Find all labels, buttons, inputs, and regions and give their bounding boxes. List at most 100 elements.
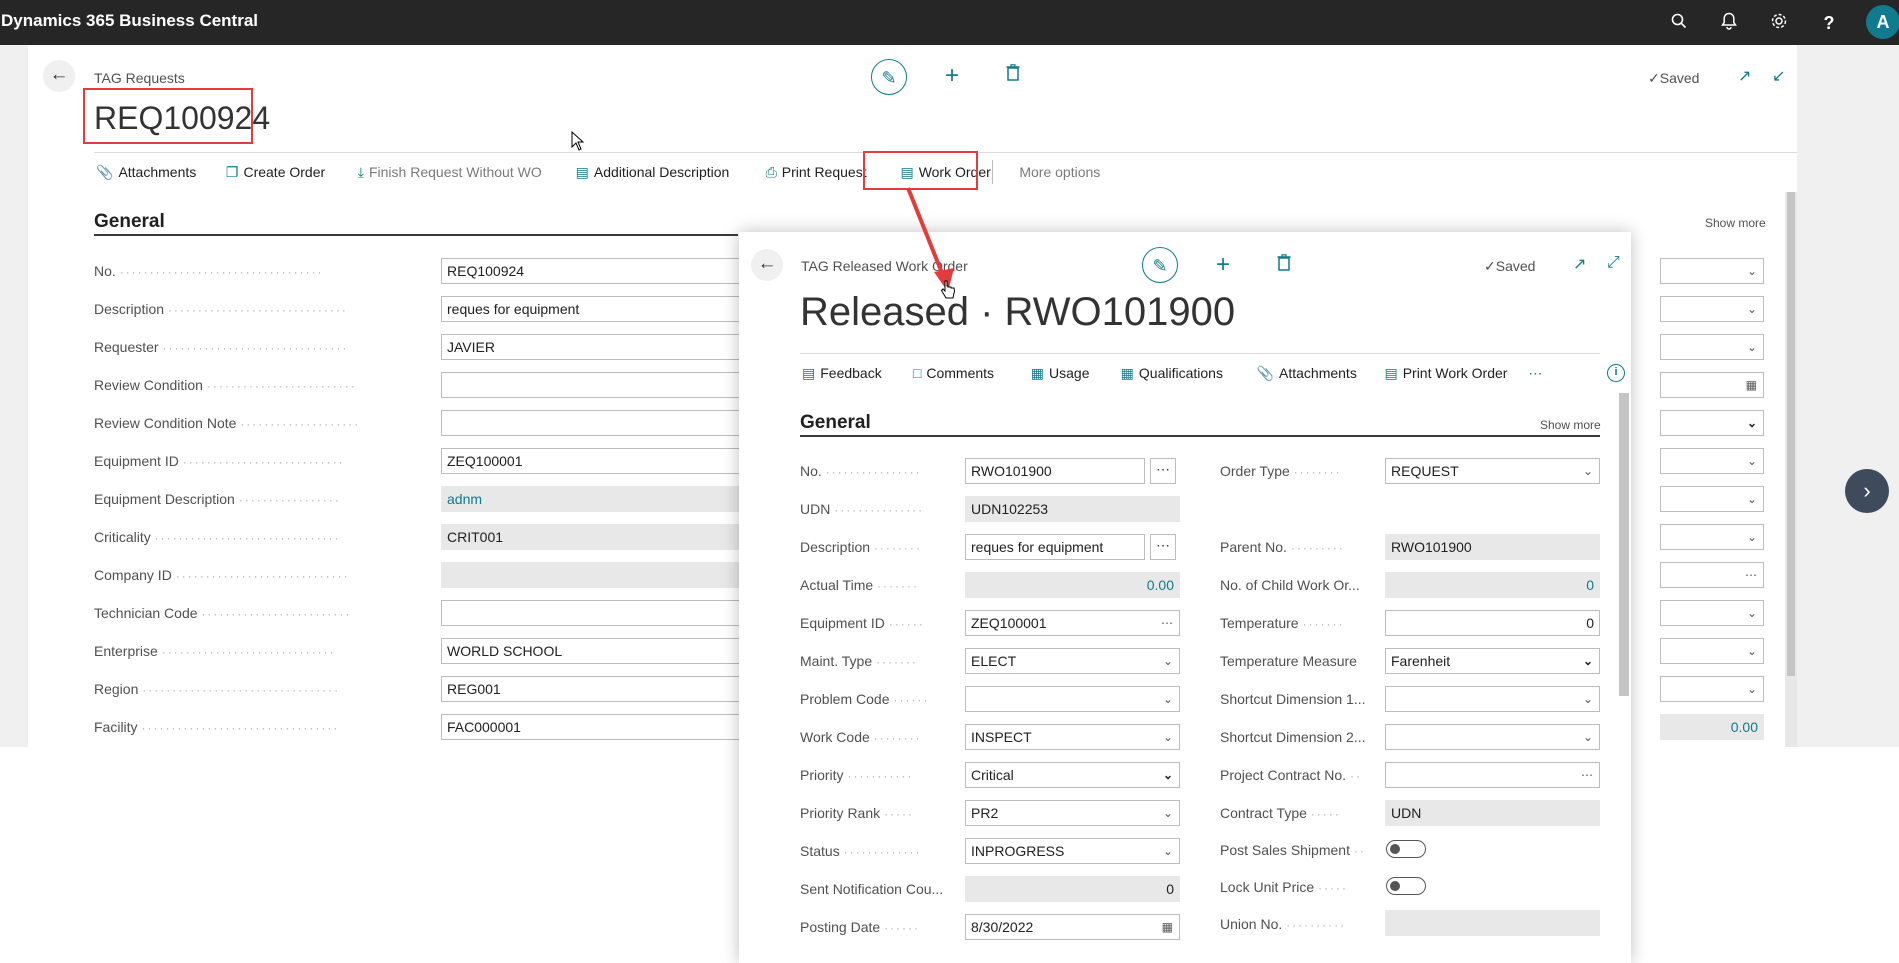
create-order-action[interactable]: ❐ Create Order	[226, 164, 354, 181]
collapse-icon[interactable]: ↙	[1772, 66, 1785, 86]
field-label-description: Description ····························…	[94, 301, 348, 317]
gear-icon[interactable]	[1768, 12, 1790, 34]
field-enterprise[interactable]: WORLD SCHOOL	[441, 638, 741, 664]
field-facility[interactable]: FAC000001	[441, 714, 741, 740]
dlg-field-no[interactable]: RWO101900	[965, 458, 1145, 484]
page-scrollbar-thumb[interactable]	[1787, 192, 1795, 676]
dlg-field-temperature[interactable]: 0	[1385, 610, 1600, 636]
dialog-delete-button[interactable]	[1273, 254, 1295, 277]
chevron-down-icon: ⌄	[1582, 654, 1593, 668]
dialog-open-new-window-icon[interactable]: ↗	[1573, 254, 1586, 274]
additional-description-action[interactable]: ▤ Additional Description	[576, 164, 762, 181]
back-button[interactable]: ←	[43, 60, 75, 92]
ellipsis-icon: ⋯	[1581, 768, 1593, 782]
dlg-label-post-sales-shipment: Post Sales Shipment ··	[1220, 842, 1366, 858]
dlg-field-posting-date[interactable]: 8/30/2022 ▦	[965, 914, 1180, 940]
right-dropdown-7[interactable]: ⌄	[1660, 600, 1764, 626]
field-description[interactable]: reques for equipment	[441, 296, 741, 322]
bell-icon[interactable]	[1718, 12, 1740, 34]
dlg-field-work-code[interactable]: INSPECT ⌄	[965, 724, 1180, 750]
dialog-edit-button[interactable]: ✎	[1142, 247, 1178, 283]
right-dropdown-8[interactable]: ⌄	[1660, 638, 1764, 664]
dlg-field-shortcut-dimension-2[interactable]: ⌄	[1385, 724, 1600, 750]
chevron-down-icon: ⌄	[1162, 654, 1173, 668]
field-equipment-description[interactable]: adnm	[441, 486, 741, 512]
next-record-button[interactable]: ›	[1845, 469, 1889, 513]
dlg-field-maint-type[interactable]: ELECT ⌄	[965, 648, 1180, 674]
dialog-general-section-title[interactable]: General	[800, 412, 871, 434]
right-gutter	[1797, 45, 1899, 747]
comments-action[interactable]: □ Comments	[913, 365, 1027, 381]
field-no[interactable]: REQ100924	[441, 258, 741, 284]
dlg-label-child-work-orders: No. of Child Work Or...	[1220, 577, 1360, 593]
dlg-field-status[interactable]: INPROGRESS ⌄	[965, 838, 1180, 864]
dialog-scrollbar-thumb[interactable]	[1619, 393, 1629, 696]
dlg-field-temperature-measure[interactable]: Farenheit ⌄	[1385, 648, 1600, 674]
right-dropdown-4[interactable]: ⌄	[1660, 448, 1764, 474]
right-select-field[interactable]: ⌄	[1660, 410, 1764, 436]
field-label-technician-code: Technician Code ························…	[94, 605, 352, 621]
field-technician-code[interactable]	[441, 600, 741, 626]
dlg-field-child-work-orders[interactable]: 0	[1385, 572, 1600, 598]
chevron-down-icon: ⌄	[1746, 416, 1757, 430]
right-dropdown-9[interactable]: ⌄	[1660, 676, 1764, 702]
paperclip-icon: 📎	[96, 164, 114, 180]
edit-button[interactable]: ✎	[871, 59, 907, 95]
field-criticality: CRIT001	[441, 524, 741, 550]
attachments-action[interactable]: 📎 Attachments	[96, 164, 222, 181]
text-icon: ▤	[575, 164, 589, 180]
dlg-field-priority-rank[interactable]: PR2 ⌄	[965, 800, 1180, 826]
more-actions-icon[interactable]: ⋯	[1528, 365, 1558, 382]
right-dropdown-2[interactable]: ⌄	[1660, 296, 1764, 322]
field-equipment-id[interactable]: ZEQ100001	[441, 448, 741, 474]
lock-unit-price-toggle[interactable]	[1386, 877, 1426, 895]
right-dropdown-3[interactable]: ⌄	[1660, 334, 1764, 360]
dlg-field-shortcut-dimension-1[interactable]: ⌄	[1385, 686, 1600, 712]
field-region[interactable]: REG001	[441, 676, 741, 702]
finish-request-action[interactable]: ⤓ Finish Request Without WO	[358, 164, 572, 181]
right-dropdown-6[interactable]: ⌄	[1660, 524, 1764, 550]
usage-action[interactable]: ▦ Usage	[1031, 365, 1117, 382]
app-title[interactable]: Dynamics 365 Business Central	[1, 11, 258, 31]
delete-button[interactable]	[1002, 64, 1024, 87]
general-section-title[interactable]: General	[94, 211, 165, 233]
dialog-new-button[interactable]: +	[1211, 251, 1235, 279]
breadcrumb[interactable]: TAG Requests	[94, 70, 185, 86]
right-dropdown-1[interactable]: ⌄	[1660, 258, 1764, 284]
post-sales-shipment-toggle[interactable]	[1386, 840, 1426, 858]
right-dropdown-5[interactable]: ⌄	[1660, 486, 1764, 512]
dlg-field-priority[interactable]: Critical ⌄	[965, 762, 1180, 788]
search-icon[interactable]	[1668, 12, 1690, 34]
right-date-field[interactable]: ▦	[1660, 372, 1764, 398]
print-work-order-action[interactable]: ▤ Print Work Order	[1384, 365, 1524, 382]
show-more-link[interactable]: Show more	[1705, 216, 1766, 230]
dlg-field-description[interactable]: reques for equipment	[965, 534, 1145, 560]
more-options-action[interactable]: More options	[1019, 164, 1119, 180]
dialog-attachments-action[interactable]: 📎 Attachments	[1257, 365, 1381, 382]
chevron-down-icon: ⌄	[1746, 340, 1757, 354]
open-new-window-icon[interactable]: ↗	[1738, 66, 1751, 86]
dlg-no-assist-button[interactable]: ⋯	[1150, 458, 1176, 484]
new-button[interactable]: +	[940, 62, 964, 90]
qualifications-action[interactable]: ▦ Qualifications	[1121, 365, 1253, 382]
info-icon[interactable]: i	[1607, 364, 1625, 382]
field-requester[interactable]: JAVIER	[441, 334, 741, 360]
dlg-field-equipment-id[interactable]: ZEQ100001 ⋯	[965, 610, 1180, 636]
dlg-field-order-type[interactable]: REQUEST ⌄	[1385, 458, 1600, 484]
right-lookup-field[interactable]: ⋯	[1660, 562, 1764, 588]
dlg-description-assist-button[interactable]: ⋯	[1150, 534, 1176, 560]
dialog-show-more-link[interactable]: Show more	[1540, 418, 1601, 432]
help-icon[interactable]: ?	[1818, 12, 1840, 34]
feedback-action[interactable]: ▤ Feedback	[802, 365, 909, 382]
dialog-back-button[interactable]: ←	[751, 249, 783, 281]
dialog-section-underline	[800, 435, 1600, 437]
field-review-condition[interactable]	[441, 372, 741, 398]
dlg-field-project-contract-no[interactable]: ⋯	[1385, 762, 1600, 788]
paperclip-icon: 📎	[1256, 365, 1274, 381]
chevron-down-icon: ⌄	[1582, 692, 1593, 706]
avatar[interactable]: A	[1866, 5, 1899, 39]
field-review-condition-note[interactable]	[441, 410, 741, 436]
dialog-expand-icon[interactable]: ⤢	[1607, 254, 1620, 272]
dlg-field-problem-code[interactable]: ⌄	[965, 686, 1180, 712]
hand-cursor-icon	[940, 280, 956, 299]
